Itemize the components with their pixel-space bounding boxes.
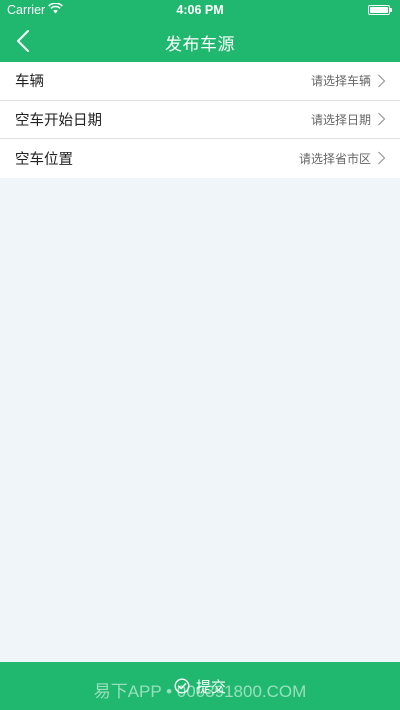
location-row[interactable]: 空车位置 请选择省市区	[0, 139, 400, 178]
chevron-right-icon	[378, 151, 386, 165]
chevron-right-icon	[378, 112, 386, 126]
submit-label: 提交	[195, 677, 226, 696]
start-date-value: 请选择日期	[310, 112, 371, 127]
status-bar: Carrier 4:06 PM	[0, 0, 400, 20]
nav-header: Carrier 4:06 PM 发布车源	[0, 0, 400, 62]
clock: 4:06 PM	[176, 3, 224, 17]
form-list: 车辆 请选择车辆 空车开始日期 请选择日期 空车位置 请选择省市区	[0, 62, 400, 178]
location-value: 请选择省市区	[298, 151, 371, 166]
start-date-label: 空车开始日期	[15, 112, 102, 129]
start-date-row[interactable]: 空车开始日期 请选择日期	[0, 101, 400, 139]
battery-icon	[368, 5, 392, 15]
location-label: 空车位置	[15, 151, 73, 168]
vehicle-value: 请选择车辆	[310, 74, 371, 89]
submit-button[interactable]: 提交	[0, 662, 400, 710]
vehicle-row[interactable]: 车辆 请选择车辆	[0, 62, 400, 101]
check-circle-icon	[174, 678, 190, 694]
vehicle-label: 车辆	[15, 74, 44, 91]
page-title: 发布车源	[165, 35, 235, 55]
chevron-right-icon	[378, 74, 386, 88]
